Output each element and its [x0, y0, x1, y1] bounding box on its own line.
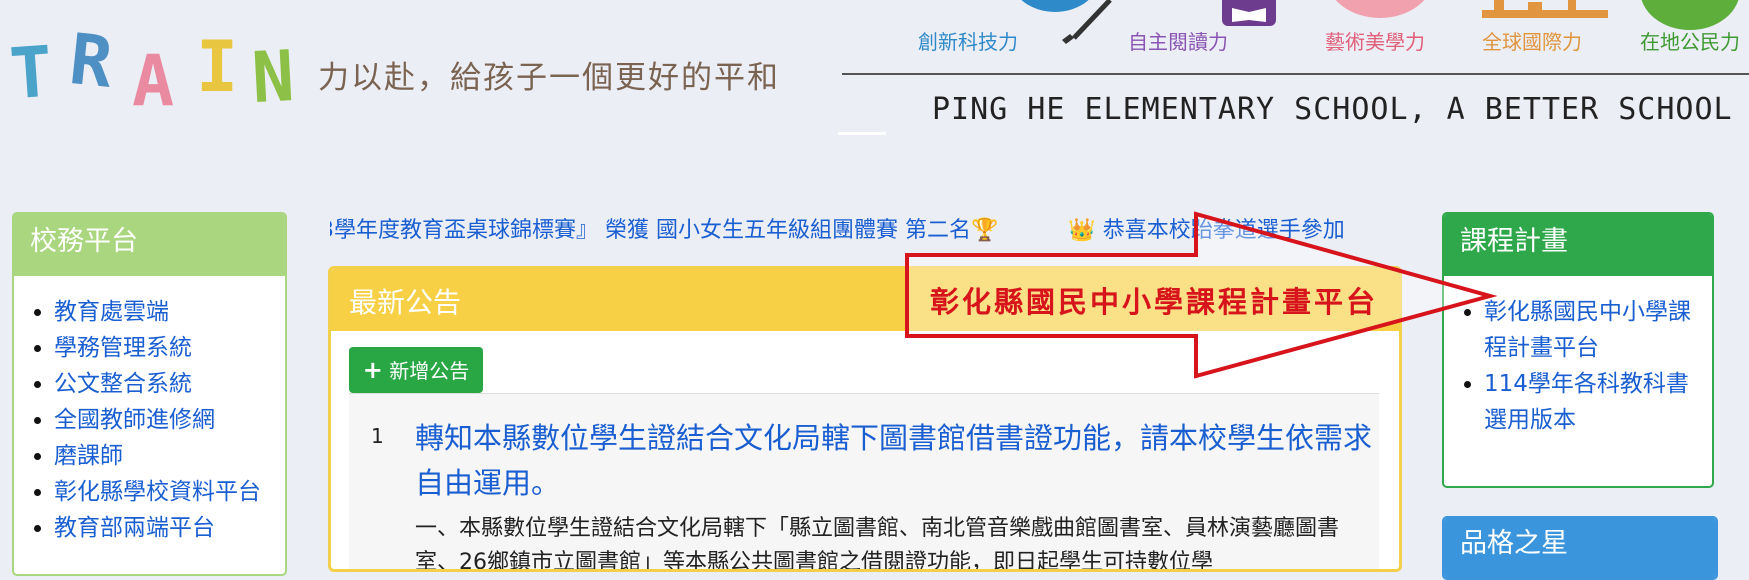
art-bubble-icon: [1325, 0, 1435, 18]
link-moe-platform[interactable]: 教育部兩端平台: [54, 510, 275, 546]
panel-title: 校務平台: [14, 214, 285, 276]
header-dash: [838, 132, 886, 135]
school-tagline: 力以赴，給孩子一個更好的平和: [318, 60, 780, 96]
news-marquee[interactable]: 3學年度教育盃桌球錦標賽』 榮獲 國小女生五年級組團體賽 第二名🏆 👑 恭喜本校…: [330, 214, 1396, 250]
plus-icon: +: [362, 356, 383, 384]
marquee-item-2[interactable]: 👑 恭喜本校跆拳道選手參加: [1068, 218, 1344, 243]
callout-label: 彰化縣國民中小學課程計畫平台: [930, 285, 1379, 319]
marquee-item-1[interactable]: 3學年度教育盃桌球錦標賽』 榮獲 國小女生五年級組團體賽 第二名🏆: [330, 218, 998, 243]
link-student-affairs[interactable]: 學務管理系統: [54, 330, 275, 366]
announcement-item-body: 一、本縣數位學生證結合文化局轄下「縣立圖書館、南北管音樂戲曲館圖書室、員林演藝廳…: [415, 516, 1340, 572]
logo-letter-i: I: [196, 26, 239, 108]
link-document-system[interactable]: 公文整合系統: [54, 366, 275, 402]
category-citizen[interactable]: 在地公民力: [1640, 26, 1740, 55]
announcement-item-title[interactable]: 轉知本縣數位學生證結合文化局轄下圖書館借書證功能，請本校學生依需求自由運用。: [415, 416, 1375, 506]
train-logo[interactable]: T R A I N: [0, 18, 310, 122]
site-header: T R A I N 力以赴，給孩子一個更好的平和 創新科技力 自主閱讀力 藝術美…: [0, 0, 1749, 150]
header-divider: [842, 73, 1749, 75]
category-global[interactable]: 全球國際力: [1482, 26, 1582, 55]
logo-letter-t: T: [7, 30, 55, 116]
category-reading[interactable]: 自主閱讀力: [1128, 26, 1228, 55]
school-english-name: PING HE ELEMENTARY SCHOOL, A BETTER SCHO…: [932, 92, 1733, 127]
link-edu-cloud[interactable]: 教育處雲端: [54, 294, 275, 330]
logo-letter-a: A: [132, 40, 175, 122]
character-star-title: 品格之星: [1444, 518, 1716, 578]
announcement-item[interactable]: 1 轉知本縣數位學生證結合文化局轄下圖書館借書證功能，請本校學生依需求自由運用。…: [349, 393, 1379, 572]
link-teacher-training[interactable]: 全國教師進修網: [54, 402, 275, 438]
announcement-number: 1: [371, 424, 384, 448]
school-platform-panel: 校務平台 教育處雲端 學務管理系統 公文整合系統 全國教師進修網 磨課師 彰化縣…: [12, 212, 287, 576]
logo-letter-n: N: [249, 34, 297, 120]
link-textbook-versions[interactable]: 114學年各科教科書選用版本: [1484, 366, 1702, 438]
platform-link-list: 教育處雲端 學務管理系統 公文整合系統 全國教師進修網 磨課師 彰化縣學校資料平…: [14, 276, 285, 546]
course-plan-title: 課程計畫: [1444, 214, 1712, 276]
book-icon: [1232, 8, 1266, 22]
add-announcement-button[interactable]: + 新增公告: [349, 347, 483, 393]
link-course-plan-platform[interactable]: 彰化縣國民中小學課程計畫平台: [1484, 294, 1702, 366]
category-tech[interactable]: 創新科技力: [918, 26, 1018, 55]
course-plan-link-list: 彰化縣國民中小學課程計畫平台 114學年各科教科書選用版本: [1444, 276, 1712, 438]
guitar-icon: [1062, 0, 1112, 44]
course-plan-panel: 課程計畫 彰化縣國民中小學課程計畫平台 114學年各科教科書選用版本: [1442, 212, 1714, 488]
logo-letter-r: R: [65, 18, 117, 104]
category-art[interactable]: 藝術美學力: [1325, 26, 1425, 55]
link-mooc-teacher[interactable]: 磨課師: [54, 438, 275, 474]
add-announcement-label: 新增公告: [389, 359, 470, 383]
character-star-panel: 品格之星: [1442, 516, 1718, 580]
link-school-data-platform[interactable]: 彰化縣學校資料平台: [54, 474, 275, 510]
landmark-icon: [1482, 0, 1608, 18]
